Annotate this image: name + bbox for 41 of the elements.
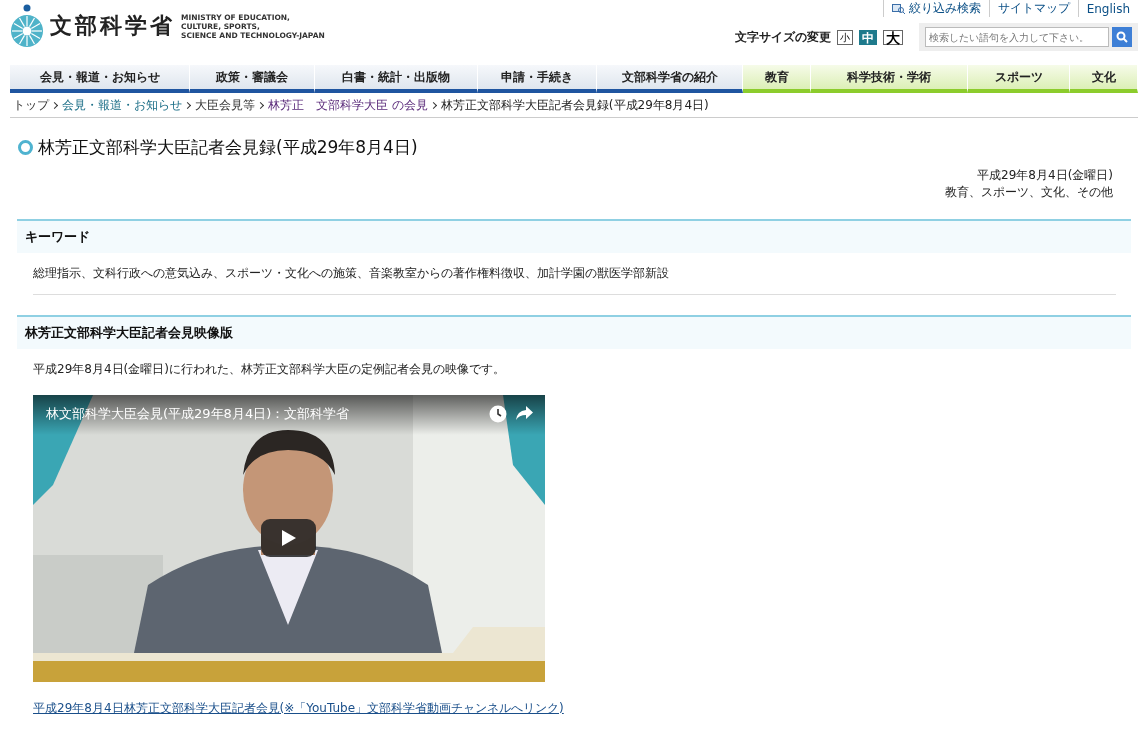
breadcrumb-link[interactable]: 会見・報道・お知らせ — [62, 97, 182, 114]
font-size-label: 文字サイズの変更 — [735, 28, 831, 46]
breadcrumb-link[interactable]: 林芳正 文部科学大臣 の会見 — [268, 97, 428, 114]
search-icon — [891, 3, 906, 14]
video-link[interactable]: 平成29年8月4日林芳正文部科学大臣記者会見(※「YouTube」文部科学省動画チャンネルへリンク) — [33, 700, 564, 717]
category-text: 教育、スポーツ、文化、その他 — [944, 184, 1113, 201]
video-player[interactable]: 林文部科学大臣会見(平成29年8月4日)：文部科学省 — [33, 395, 545, 682]
breadcrumb-link[interactable]: トップ — [13, 97, 49, 114]
section-heading: 林芳正文部科学大臣記者会見映像版 — [17, 315, 1131, 349]
nav-tab[interactable]: 文化 — [1070, 65, 1138, 93]
date-text: 平成29年8月4日(金曜日) — [976, 167, 1113, 184]
nav-tab[interactable]: スポーツ — [968, 65, 1070, 93]
font-size-button[interactable]: 小 — [837, 29, 853, 45]
utility-link[interactable]: English — [1077, 0, 1138, 17]
bullet-icon — [18, 140, 33, 155]
font-size-button[interactable]: 大 — [883, 29, 903, 45]
search-field[interactable]: 検索したい語句を入力して下さい。 — [925, 27, 1109, 47]
clock-icon[interactable] — [489, 405, 507, 423]
search-button[interactable] — [1112, 27, 1132, 47]
page-title: 林芳正文部科学大臣記者会見録(平成29年8月4日) — [38, 136, 418, 159]
nav-tab[interactable]: 白書・統計・出版物 — [315, 65, 478, 93]
share-icon[interactable] — [515, 405, 533, 421]
play-button[interactable] — [261, 519, 316, 557]
breadcrumb-current: 林芳正文部科学大臣記者会見録(平成29年8月4日) — [440, 97, 709, 114]
font-size-button[interactable]: 中 — [859, 29, 877, 45]
keyword-text: 総理指示、文科行政への意気込み、スポーツ・文化への施策、音楽教室からの著作権料徴収、加計学園の獣医学部新設 — [33, 253, 1116, 295]
play-icon — [281, 530, 296, 546]
nav-tab[interactable]: 教育 — [743, 65, 811, 93]
utility-link[interactable]: サイトマップ — [988, 0, 1078, 17]
nav-tab[interactable]: 科学技術・学術 — [811, 65, 968, 93]
ministry-logo-icon — [10, 4, 44, 48]
description-text: 平成29年8月4日(金曜日)に行われた、林芳正文部科学大臣の定例記者会見の映像です。 — [32, 361, 506, 378]
breadcrumb-link[interactable]: 大臣会見等 — [195, 97, 255, 114]
utility-link[interactable]: 絞り込み検索 — [882, 0, 989, 17]
nav-tab[interactable]: 文部科学省の紹介 — [597, 65, 743, 93]
nav-tab[interactable]: 政策・審議会 — [190, 65, 315, 93]
nav-tab[interactable]: 申請・手続き — [478, 65, 597, 93]
section-heading: キーワード — [17, 219, 1131, 253]
nav-tab[interactable]: 会見・報道・お知らせ — [10, 65, 190, 93]
logo-text: 文部科学省 — [50, 12, 175, 40]
search-icon — [1116, 31, 1128, 43]
